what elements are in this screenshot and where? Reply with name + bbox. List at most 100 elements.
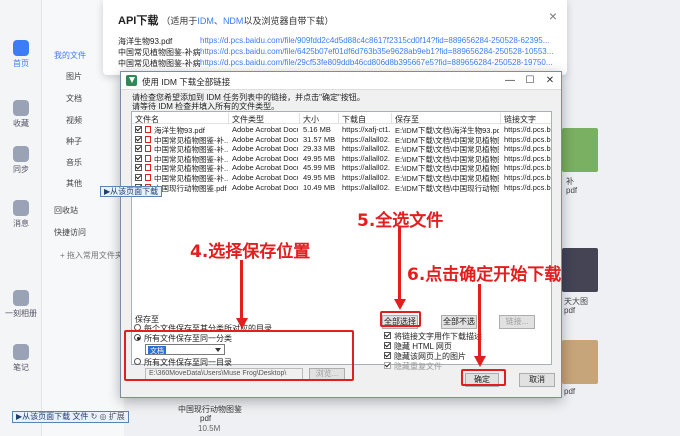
side-item-trash[interactable]: 回收站 [54, 205, 78, 216]
cell-size: 10.49 MB [303, 182, 336, 192]
side-item-docs[interactable]: 文档 [66, 93, 82, 104]
pdf-icon [145, 154, 151, 162]
cell-from: https://allall02... [342, 153, 390, 163]
nav-notes[interactable]: 笔记 [0, 344, 42, 373]
bottom-file-size: 10.5M [198, 424, 221, 433]
side-item-music[interactable]: 音乐 [66, 157, 82, 168]
cell-link: https://d.pcs.b... [504, 182, 552, 192]
file-thumbnail[interactable] [562, 128, 598, 172]
home-icon [13, 40, 29, 56]
cell-size: 49.95 MB [303, 173, 336, 182]
side-item-drag-folder[interactable]: + 拖入常用文件夹 [60, 250, 123, 261]
arrow-head [473, 356, 486, 367]
cell-link: https://d.pcs.b... [504, 134, 552, 144]
highlight-select-all [380, 311, 421, 327]
arrow-head [393, 299, 406, 310]
side-item-my-files[interactable]: 我的文件 [54, 50, 86, 61]
table-row[interactable]: 中国常见植物图鉴-补...Adobe Acrobat Docu...31.57 … [132, 135, 551, 145]
side-item-quick-access[interactable]: 快捷访问 [54, 227, 86, 238]
col-from[interactable]: 下载自 [342, 114, 366, 125]
nav-favorites[interactable]: 收藏 [0, 100, 42, 129]
arrow-step6 [478, 284, 481, 358]
cell-type: Adobe Acrobat Docu... [232, 182, 298, 192]
col-filetype[interactable]: 文件类型 [232, 114, 264, 125]
checkbox-hide-html[interactable] [384, 342, 391, 349]
api-download-panel: API下载 （适用于IDM、NDM以及浏览器自带下载） × 海洋生物93.pdf… [103, 0, 567, 75]
cell-type: Adobe Acrobat Docu... [232, 173, 298, 182]
close-icon[interactable]: × [549, 8, 557, 24]
col-filename[interactable]: 文件名 [135, 114, 159, 125]
nav-sync[interactable]: 同步 [0, 146, 42, 175]
row-checkbox[interactable] [135, 145, 142, 153]
annotation-step6: 6.点击确定开始下载 [407, 265, 562, 285]
side-item-images[interactable]: 图片 [66, 71, 82, 82]
table-row[interactable]: 海洋生物93.pdfAdobe Acrobat Docu...5.16 MBht… [132, 125, 551, 135]
col-link-text[interactable]: 链接文字 [504, 114, 536, 125]
file-thumbnail[interactable] [562, 340, 598, 384]
highlight-save-location [124, 330, 354, 381]
cancel-button[interactable]: 取消 [519, 373, 555, 387]
highlight-ok [461, 369, 506, 386]
arrow-step4 [240, 260, 243, 320]
cell-link: https://d.pcs.b... [504, 153, 552, 163]
side-item-torrents[interactable]: 种子 [66, 136, 82, 147]
table-row[interactable]: 中国常见植物图鉴-补...Adobe Acrobat Docu...49.95 … [132, 154, 551, 164]
nav-messages[interactable]: 消息 [0, 200, 42, 229]
checkbox-hide-images[interactable] [384, 352, 391, 359]
table-row[interactable]: 中国常见植物图鉴-补...Adobe Acrobat Docu...45.99 … [132, 163, 551, 173]
cell-from: https://allall02... [342, 182, 390, 192]
api-link-row[interactable]: 中国常见植物图鉴-补病菌...https://d.pcs.baidu.com/f… [118, 58, 558, 69]
pdf-icon [145, 126, 151, 133]
side-item-videos[interactable]: 视频 [66, 115, 82, 126]
file-thumbnail[interactable] [562, 248, 598, 292]
cell-from: https://xafj-ct1... [342, 125, 390, 134]
table-row[interactable]: 中国现行动物图鉴.pdf Adobe Acrobat Docu... 10.49 M… [132, 183, 551, 193]
api-link-url[interactable]: https://d.pcs.baidu.com/file/6425b07ef01… [200, 47, 553, 56]
cell-size: 5.16 MB [303, 125, 331, 134]
idm-download-strip[interactable]: ▶从该页面下载 [100, 186, 163, 197]
cell-link: https://d.pcs.b... [504, 125, 552, 134]
sync-icon [13, 146, 29, 162]
api-link-row[interactable]: 中国常见植物图鉴-补病菌...https://d.pcs.baidu.com/f… [118, 47, 558, 58]
dialog-titlebar[interactable]: 使用 IDM 下载全部链接 — ☐ ✕ [121, 72, 561, 90]
file-label: pdf [566, 186, 578, 195]
col-size[interactable]: 大小 [303, 114, 319, 125]
checkbox-hide-duplicates[interactable] [384, 362, 391, 369]
star-icon [13, 100, 29, 116]
api-link-url[interactable]: https://d.pcs.baidu.com/file/29cf53fe809… [200, 58, 553, 67]
idm-app-icon [126, 75, 137, 86]
cell-from: https://allall02... [342, 163, 390, 173]
cell-save: E:\IDM下载\文档\中国现行动物图鉴... [395, 183, 499, 193]
cell-type: Adobe Acrobat Docu... [232, 144, 298, 154]
row-checkbox[interactable] [135, 164, 142, 172]
api-link-url[interactable]: https://d.pcs.baidu.com/file/909fdd2c4d5… [200, 36, 549, 45]
side-item-other[interactable]: 其他 [66, 178, 82, 189]
file-label: pdf [564, 387, 576, 396]
checkbox-use-link-text[interactable] [384, 332, 391, 339]
table-row[interactable]: 中国常见植物图鉴-补...Adobe Acrobat Docu...49.95 … [132, 173, 551, 183]
table-row[interactable]: 中国常见植物图鉴-补...Adobe Acrobat Docu...29.33 … [132, 144, 551, 154]
api-link-row[interactable]: 海洋生物93.pdf https://d.pcs.baidu.com/file/9… [118, 36, 558, 47]
close-icon[interactable]: ✕ [543, 74, 557, 87]
maximize-icon[interactable]: ☐ [523, 74, 537, 87]
nav-album[interactable]: 一刻相册 [0, 290, 42, 319]
link-text-button[interactable]: 链接... [499, 315, 535, 329]
minimize-icon[interactable]: — [503, 74, 517, 87]
nav-home[interactable]: 首页 [0, 40, 42, 69]
table-header: 文件名 文件类型 大小 下载自 保存至 链接文字 [132, 112, 551, 124]
cell-name: 中国现行动物图鉴.pdf [154, 183, 227, 193]
row-checkbox[interactable] [135, 126, 142, 133]
row-checkbox[interactable] [135, 154, 142, 162]
arrow-step5 [398, 227, 401, 301]
select-none-button[interactable]: 全部不选 [441, 315, 477, 329]
col-save-to[interactable]: 保存至 [395, 114, 419, 125]
cell-link: https://d.pcs.b... [504, 173, 552, 182]
note-icon [13, 344, 29, 360]
idm-download-strip-bottom[interactable]: ▶从该页面下载 文件 ↻ ◎ 扩展 [12, 411, 129, 423]
dialog-description: 请检查您希望添加到 IDM 任务列表中的链接，并点击"确定"按钮。 请等待 ID… [132, 93, 365, 111]
annotation-step4: 4.选择保存位置 [190, 242, 311, 262]
row-checkbox[interactable] [135, 135, 142, 143]
row-checkbox[interactable] [135, 174, 142, 181]
cell-size: 45.99 MB [303, 163, 336, 173]
cell-from: https://allall02... [342, 134, 390, 144]
